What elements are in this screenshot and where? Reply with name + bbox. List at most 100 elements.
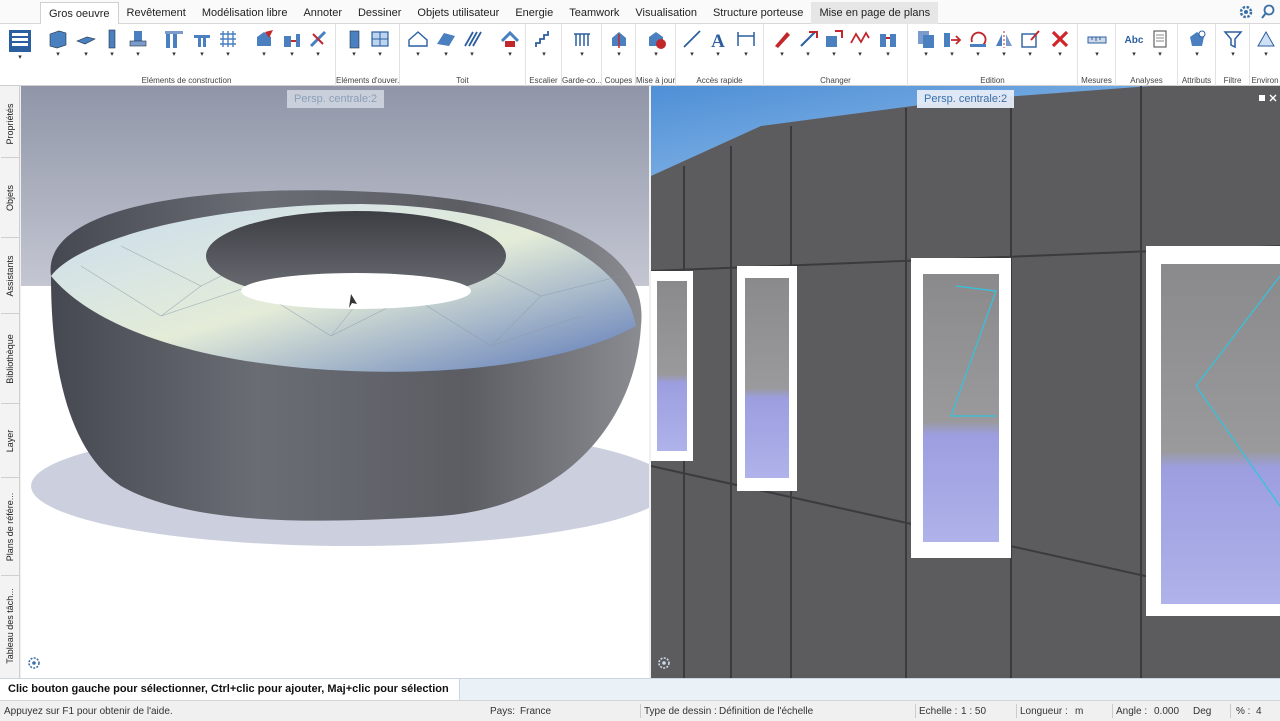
viewport-right[interactable]: Persp. centrale:2 — [651, 86, 1280, 678]
stretch-button[interactable]: ▾ — [1018, 28, 1042, 64]
tab-modelisation-libre[interactable]: Modélisation libre — [194, 2, 296, 24]
tab-teamwork[interactable]: Teamwork — [561, 2, 627, 24]
divider — [640, 704, 641, 718]
group-label: Environ — [1251, 76, 1279, 85]
tab-dessiner[interactable]: Dessiner — [350, 2, 409, 24]
join-button[interactable]: ▾ — [280, 28, 304, 64]
railing-button[interactable]: ▾ — [570, 28, 594, 64]
window-3[interactable] — [911, 258, 1011, 558]
side-tab-assistants[interactable]: Assistants — [1, 238, 19, 314]
side-tab-layer[interactable]: Layer — [1, 404, 19, 478]
curve-button[interactable]: ▾ — [848, 28, 872, 64]
side-tab-proprietes[interactable]: Propriétés — [1, 90, 19, 158]
viewport-settings-icon[interactable] — [27, 656, 41, 670]
lintel-button[interactable]: ▾ — [190, 28, 214, 64]
status-angle-unit[interactable]: Deg — [1193, 706, 1211, 717]
roof-modify-button[interactable]: ▾ — [498, 28, 522, 64]
environment-button[interactable]: ▾ — [1254, 28, 1278, 64]
roof-button[interactable]: ▾ — [406, 28, 430, 64]
viewport-window-controls-icon[interactable] — [1258, 94, 1278, 102]
window-4[interactable] — [1146, 246, 1280, 616]
beam-button[interactable]: ▾ — [162, 28, 186, 64]
report-button[interactable]: ▾ — [1148, 28, 1172, 64]
group-label: Edition — [980, 76, 1005, 85]
delete-button[interactable]: ▾ — [1048, 28, 1072, 64]
status-scale[interactable]: 1 : 50 — [961, 706, 986, 717]
ribbon: ▾ ▾ ▾ ▾ ▾ ▾ ▾ ▾ ▾ ▾ ▾ Eléments de constr… — [0, 24, 1280, 86]
section-button[interactable]: ▾ — [607, 28, 631, 64]
gear-icon[interactable] — [1237, 3, 1255, 21]
extend-button[interactable]: ▾ — [306, 28, 330, 64]
status-percent[interactable]: 4 — [1256, 706, 1262, 717]
tab-visualisation[interactable]: Visualisation — [627, 2, 705, 24]
line-button[interactable]: ▾ — [680, 28, 704, 64]
group-label: Coupes — [604, 76, 633, 85]
divider — [1112, 704, 1113, 718]
status-country-label: Pays: — [490, 706, 516, 717]
ribbon-tab-bar: Gros oeuvre Revêtement Modélisation libr… — [0, 0, 1280, 24]
window-button[interactable]: ▾ — [368, 28, 392, 64]
side-tab-bibliotheque[interactable]: Bibliothèque — [1, 314, 19, 404]
move-button[interactable]: ▾ — [940, 28, 964, 64]
tab-revetement[interactable]: Revêtement — [119, 2, 194, 24]
component-button[interactable]: ▾ — [876, 28, 900, 64]
tab-objets-utilisateur[interactable]: Objets utilisateur — [409, 2, 507, 24]
rafter-button[interactable]: ▾ — [460, 28, 484, 64]
viewport-left[interactable]: Persp. centrale:2 — [21, 86, 649, 678]
foundation-button[interactable]: ▾ — [126, 28, 150, 64]
command-line: Clic bouton gauche pour sélectionner, Ct… — [0, 678, 1280, 716]
group-garde-corps: ▾ Garde-co... — [562, 24, 602, 86]
rotate-button[interactable]: ▾ — [966, 28, 990, 64]
viewport-settings-icon[interactable] — [657, 656, 671, 670]
status-length[interactable]: m — [1075, 706, 1083, 717]
wall-button[interactable]: ▾ — [46, 28, 70, 64]
update-button[interactable]: ▾ — [644, 28, 668, 64]
tab-mise-en-page-de-plans[interactable]: Mise en page de plans — [811, 2, 939, 24]
door-button[interactable]: ▾ — [342, 28, 366, 64]
window-2[interactable] — [737, 266, 797, 491]
pen-modify-button[interactable]: ▾ — [770, 28, 794, 64]
roof-plane-button[interactable]: ▾ — [434, 28, 458, 64]
tab-annoter[interactable]: Annoter — [295, 2, 350, 24]
group-label: Accès rapide — [696, 76, 743, 85]
column-button[interactable]: ▾ — [100, 28, 124, 64]
measure-button[interactable]: ▾ — [1085, 28, 1109, 64]
group-label: Toit — [456, 76, 469, 85]
format-modify-button[interactable]: ▾ — [796, 28, 820, 64]
modify-element-button[interactable]: ▾ — [252, 28, 276, 64]
slab-button[interactable]: ▾ — [74, 28, 98, 64]
group-toit: ▾ ▾ ▾ ▾ Toit — [400, 24, 526, 86]
side-tab-tableau-taches[interactable]: Tableau des tâch... — [1, 576, 19, 676]
filter-button[interactable]: ▾ — [1221, 28, 1245, 64]
ring-3d-model[interactable] — [21, 86, 649, 678]
text-button[interactable]: A ▾ — [706, 28, 730, 64]
tab-energie[interactable]: Energie — [507, 2, 561, 24]
command-prompt: Clic bouton gauche pour sélectionner, Ct… — [0, 679, 460, 716]
dimension-button[interactable]: ▾ — [734, 28, 758, 64]
side-palette-tabs: Propriétés Objets Assistants Bibliothèqu… — [0, 86, 20, 678]
mirror-button[interactable]: ▾ — [992, 28, 1016, 64]
tab-structure-porteuse[interactable]: Structure porteuse — [705, 2, 812, 24]
viewport-label[interactable]: Persp. centrale:2 — [917, 90, 1015, 108]
window-1[interactable] — [651, 271, 693, 461]
facade-3d-model[interactable] — [651, 86, 1280, 678]
status-drawing-type[interactable]: Définition de l'échelle — [719, 706, 813, 717]
grid-button[interactable]: ▾ — [216, 28, 240, 64]
attributes-button[interactable]: ▾ — [1185, 28, 1209, 64]
app-menu-icon[interactable]: ▾ — [6, 26, 34, 60]
group-label: Garde-co... — [562, 76, 601, 85]
copy-button[interactable]: ▾ — [914, 28, 938, 64]
divider — [1016, 704, 1017, 718]
side-tab-objets[interactable]: Objets — [1, 158, 19, 238]
side-tab-plans-reference[interactable]: Plans de référe... — [1, 478, 19, 576]
status-country[interactable]: France — [520, 706, 551, 717]
viewport-label[interactable]: Persp. centrale:2 — [287, 90, 385, 108]
status-angle[interactable]: 0.000 — [1154, 706, 1179, 717]
text-style-button[interactable]: Abc ▾ — [1122, 28, 1146, 64]
status-help: Appuyez sur F1 pour obtenir de l'aide. — [4, 706, 173, 717]
stair-button[interactable]: ▾ — [532, 28, 556, 64]
tab-gros-oeuvre[interactable]: Gros oeuvre — [40, 2, 119, 24]
transform-button[interactable]: ▾ — [822, 28, 846, 64]
group-acces-rapide: ▾ A ▾ ▾ Accès rapide — [676, 24, 764, 86]
search-icon[interactable] — [1259, 3, 1277, 21]
